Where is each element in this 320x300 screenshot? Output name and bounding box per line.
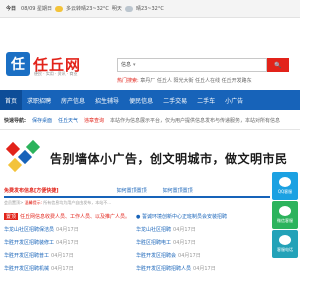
ads-title[interactable]: 免费发布信息[方便快捷] <box>4 187 59 194</box>
date-text: 08/09 星期日 <box>21 6 53 12</box>
list-item[interactable]: 华胜开发区招聘招聘人员 04月17日 <box>136 265 268 272</box>
wechat-service-button[interactable]: 微信客服 <box>272 201 298 229</box>
list-item-date: 04月17日 <box>51 266 74 272</box>
civic-banner[interactable]: 告别墙体小广告，创文明城市，做文明市民 <box>4 139 296 177</box>
nav-home[interactable]: 首页 <box>0 90 23 110</box>
nav-services[interactable]: 便民信息 <box>124 90 158 110</box>
weather-tomorrow-label: 明天 <box>111 6 122 12</box>
list-row: 华胜开发区招聘装修工 04月17日 华胜区招聘电工 04月17日 <box>4 236 270 249</box>
tip-label: 温馨提示: <box>24 200 42 205</box>
list-item[interactable]: 华胜区招聘电工 04月17日 <box>136 239 268 246</box>
today-label: 今日 <box>6 6 17 12</box>
list-row: 华龙山社区招聘保洁员 04月17日 华龙山社区招聘 04月17日 <box>4 223 270 236</box>
ads-header: 免费发布信息[方便快捷] 如何置顶置顶 如何置顶置顶 <box>4 185 270 198</box>
list-item-title[interactable]: 华胜开发区招聘会 <box>136 252 176 259</box>
site-header: 任 任丘网 便民 · 实用 · 资讯 · 商业 信息 🔍 热门搜索: 章丹厂 任… <box>0 18 300 90</box>
nav-education[interactable]: 招生辅导 <box>90 90 124 110</box>
quick-nav: 快速导航: 保存桌面 任丘天气 违章查询 本站作为信息展示平台，仅为用户提供信息… <box>0 111 300 130</box>
list-row: 华胜开发区招聘普工 04月17日 华胜开发区招聘会 04月17日 <box>4 249 270 262</box>
list-item[interactable]: 华胜开发区招聘装修工 04月17日 <box>4 239 136 246</box>
save-desktop-link[interactable]: 保存桌面 <box>32 117 52 124</box>
cloud-icon <box>124 5 133 12</box>
tip-prefix: 会员置顶> <box>4 200 24 205</box>
search-button[interactable]: 🔍 <box>267 58 289 72</box>
list-item[interactable]: ● 誓诚环境创新中心正班制员会安装招聘 <box>136 213 268 220</box>
wechat-service-label: 微信客服 <box>277 218 293 223</box>
weather-tomorrow: 晴23~32°C <box>135 6 164 12</box>
nav-secondhand[interactable]: 二手交易 <box>158 90 192 110</box>
list-row: 华胜开发区招聘机械 04月17日 华胜开发区招聘招聘人员 04月17日 <box>4 262 270 275</box>
list-item-date: 04月17日 <box>56 227 79 233</box>
list-item-title[interactable]: 华龙山社区招聘保洁员 <box>4 226 54 233</box>
ads-tip: 会员置顶> 温馨提示: 所有信息均为用户自由发布，本站不... <box>4 200 270 208</box>
list-item-title[interactable]: 华胜开发区招聘机械 <box>4 265 49 272</box>
sun-icon <box>55 5 64 12</box>
qq-service-label: QQ客服 <box>277 189 293 194</box>
phone-service-button[interactable]: 客服电话 <box>272 230 298 258</box>
nav-jobs[interactable]: 求职招聘 <box>22 90 56 110</box>
list-item-title[interactable]: 任丘网信息收费人员、工作人员、以及推广人员。 <box>20 213 130 220</box>
search-input[interactable]: 信息 <box>117 58 267 72</box>
list-item-date: 04月17日 <box>193 266 216 272</box>
how-to-pin-link-2[interactable]: 如何置顶置顶 <box>163 187 193 194</box>
side-service-panel: QQ客服 微信客服 客服电话 <box>272 172 300 259</box>
pinned-badge: 置顶 <box>4 213 19 220</box>
list-item-title[interactable]: 华胜开发区招聘普工 <box>4 252 49 259</box>
nav-usedcars[interactable]: 二手车 <box>192 90 220 110</box>
top-info-bar: 今日 08/09 星期日 多云转晴23~32°C 明天 晴23~32°C <box>0 0 300 18</box>
list-item-title[interactable]: ● 誓诚环境创新中心正班制员会安装招聘 <box>136 213 227 220</box>
phone-icon <box>279 235 291 245</box>
tip-text: 所有信息均为用户自由发布，本站不... <box>43 200 112 205</box>
qq-icon <box>279 177 291 187</box>
weather-link[interactable]: 任丘天气 <box>58 117 78 124</box>
list-item-date: 04月17日 <box>173 240 196 246</box>
nav-smallads[interactable]: 小广告 <box>220 90 248 110</box>
banner-text: 告别墙体小广告，创文明城市，做文明市民 <box>50 151 288 166</box>
how-to-pin-link[interactable]: 如何置顶置顶 <box>117 187 147 194</box>
listing: 置顶 任丘网信息收费人员、工作人员、以及推广人员。 ● 誓诚环境创新中心正班制员… <box>4 210 270 275</box>
list-item-title[interactable]: 华胜区招聘电工 <box>136 239 171 246</box>
list-item-date: 04月17日 <box>56 240 79 246</box>
weather-today: 多云转晴23~32°C <box>66 6 109 12</box>
nav-realestate[interactable]: 房产信息 <box>56 90 90 110</box>
logo-subtitle: 便民 · 实用 · 资讯 · 商业 <box>34 71 78 76</box>
violation-query-link[interactable]: 违章查询 <box>84 117 104 124</box>
phone-service-label: 客服电话 <box>277 247 293 252</box>
hot-searches-label: 热门搜索: <box>117 78 139 84</box>
hot-searches-links[interactable]: 章丹厂 任丘人 阳光大街 任丘人在线 任丘开发路东 <box>140 78 251 84</box>
list-item-date: 04月17日 <box>178 253 201 259</box>
list-item[interactable]: 华胜开发区招聘会 04月17日 <box>136 252 268 259</box>
banner-decoration-icon <box>4 139 44 176</box>
list-item[interactable]: 华胜开发区招聘机械 04月17日 <box>4 265 136 272</box>
quick-nav-title: 快速导航: <box>4 117 26 124</box>
list-item-date: 04月17日 <box>173 227 196 233</box>
list-row: 置顶 任丘网信息收费人员、工作人员、以及推广人员。 ● 誓诚环境创新中心正班制员… <box>4 210 270 223</box>
site-notice: 本站作为信息展示平台，仅为用户提供信息发布与传递服务，本站对所有信息 <box>110 117 281 124</box>
list-item[interactable]: 华龙山社区招聘保洁员 04月17日 <box>4 226 136 233</box>
hot-searches: 热门搜索: 章丹厂 任丘人 阳光大街 任丘人在线 任丘开发路东 <box>117 77 252 84</box>
main-nav: 首页 求职招聘 房产信息 招生辅导 便民信息 二手交易 二手车 小广告 <box>0 90 300 110</box>
list-item-title[interactable]: 华胜开发区招聘装修工 <box>4 239 54 246</box>
list-item[interactable]: 华龙山社区招聘 04月17日 <box>136 226 268 233</box>
list-item-date: 04月17日 <box>51 253 74 259</box>
list-item[interactable]: 置顶 任丘网信息收费人员、工作人员、以及推广人员。 <box>4 213 136 220</box>
list-item-title[interactable]: 华龙山社区招聘 <box>136 226 171 233</box>
logo-icon[interactable]: 任 <box>6 52 30 76</box>
search-type-select[interactable]: 信息 <box>121 61 136 68</box>
wechat-icon <box>279 206 291 216</box>
qq-service-button[interactable]: QQ客服 <box>272 172 298 200</box>
list-item-title[interactable]: 华胜开发区招聘招聘人员 <box>136 265 191 272</box>
list-item[interactable]: 华胜开发区招聘普工 04月17日 <box>4 252 136 259</box>
